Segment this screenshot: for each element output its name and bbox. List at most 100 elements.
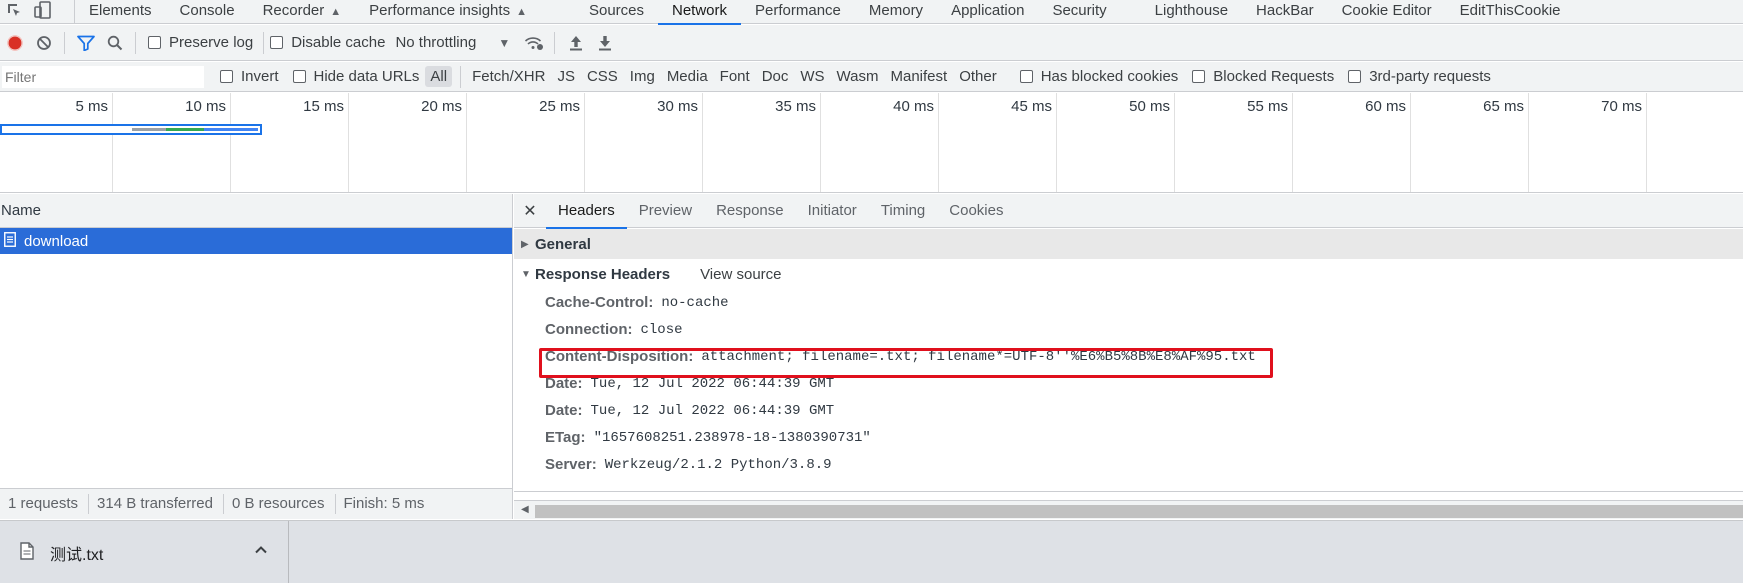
header-row[interactable]: Date: Tue, 12 Jul 2022 06:44:39 GMT bbox=[514, 397, 1743, 424]
details-tab-preview[interactable]: Preview bbox=[627, 194, 704, 228]
downloads-bar: 测试.txt bbox=[0, 520, 1743, 583]
record-button[interactable] bbox=[1, 29, 29, 57]
header-value: Werkzeug/2.1.2 Python/3.8.9 bbox=[604, 456, 832, 473]
filter-input[interactable] bbox=[2, 65, 204, 88]
tab-label: Performance bbox=[755, 1, 841, 19]
timeline-tick-label: 45 ms bbox=[1011, 98, 1052, 115]
resources-size: 0 B resources bbox=[224, 494, 336, 514]
filter-type-font[interactable]: Font bbox=[715, 66, 755, 87]
filter-type-all[interactable]: All bbox=[425, 66, 453, 87]
response-headers-section-header[interactable]: ▼ Response Headers View source bbox=[514, 259, 1743, 289]
header-row[interactable]: Connection: close bbox=[514, 316, 1743, 343]
filter-type-css[interactable]: CSS bbox=[582, 66, 623, 87]
timeline-tick-label: 10 ms bbox=[185, 98, 226, 115]
scrollbar-thumb[interactable] bbox=[535, 505, 1743, 518]
header-value: Tue, 12 Jul 2022 06:44:39 GMT bbox=[590, 375, 835, 392]
header-row[interactable]: Content-Disposition: attachment; filename… bbox=[514, 343, 1743, 370]
tab-editthiscookie[interactable]: EditThisCookie bbox=[1446, 0, 1575, 24]
throttling-select[interactable]: No throttling ▼ bbox=[395, 34, 510, 51]
import-har-icon[interactable] bbox=[562, 29, 590, 57]
tab-performance-insights[interactable]: Performance insights ▲ bbox=[355, 0, 541, 24]
hide-data-urls-box[interactable] bbox=[292, 70, 306, 83]
view-source-link[interactable]: View source bbox=[700, 266, 781, 283]
timeline-tick: 30 ms bbox=[585, 93, 703, 192]
third-party-box[interactable] bbox=[1348, 70, 1362, 83]
details-tab-cookies[interactable]: Cookies bbox=[937, 194, 1015, 228]
filter-type-other[interactable]: Other bbox=[954, 66, 1002, 87]
filter-icon[interactable] bbox=[72, 29, 100, 57]
tab-elements[interactable]: Elements bbox=[75, 0, 166, 24]
request-list-pane: Name download bbox=[0, 194, 513, 519]
tab-recorder[interactable]: Recorder ▲ bbox=[249, 0, 356, 24]
details-tab-timing[interactable]: Timing bbox=[869, 194, 937, 228]
preserve-log-box[interactable] bbox=[148, 36, 161, 49]
headers-divider bbox=[514, 491, 1743, 492]
device-toolbar-icon[interactable] bbox=[34, 1, 52, 22]
chevron-up-icon[interactable] bbox=[254, 543, 268, 560]
header-row[interactable]: ETag: "1657608251.238978-18-1380390731" bbox=[514, 424, 1743, 451]
header-row[interactable]: Date: Tue, 12 Jul 2022 06:44:39 GMT bbox=[514, 370, 1743, 397]
filter-type-js[interactable]: JS bbox=[552, 66, 580, 87]
filter-type-media[interactable]: Media bbox=[662, 66, 713, 87]
tab-label: Cookie Editor bbox=[1341, 1, 1432, 19]
scroll-left-arrow-icon[interactable]: ◀ bbox=[521, 504, 529, 515]
tab-lighthouse[interactable]: Lighthouse bbox=[1141, 0, 1242, 24]
details-tab-initiator[interactable]: Initiator bbox=[796, 194, 869, 228]
horizontal-scrollbar[interactable]: ◀ bbox=[514, 500, 1743, 519]
dropdown-arrow-icon: ▼ bbox=[498, 35, 511, 50]
devtools-tabbar: Elements Console Recorder ▲ Performance insi… bbox=[0, 0, 1743, 25]
tab-application[interactable]: Application bbox=[937, 0, 1038, 24]
blocked-requests-box[interactable] bbox=[1192, 70, 1206, 83]
details-tab-headers[interactable]: Headers bbox=[546, 194, 627, 229]
tab-performance[interactable]: Performance bbox=[741, 0, 855, 24]
header-row[interactable]: Cache-Control: no-cache bbox=[514, 289, 1743, 316]
general-section-header[interactable]: ▶ General bbox=[514, 229, 1743, 259]
invert-checkbox[interactable]: Invert bbox=[220, 68, 279, 85]
timeline-tick-label: 40 ms bbox=[893, 98, 934, 115]
filter-type-wasm[interactable]: Wasm bbox=[832, 66, 884, 87]
disable-cache-box[interactable] bbox=[270, 36, 284, 49]
name-column-header[interactable]: Name bbox=[0, 194, 512, 228]
tab-security[interactable]: Security bbox=[1038, 0, 1120, 24]
details-tab-response[interactable]: Response bbox=[704, 194, 796, 228]
timeline-tick: 70 ms bbox=[1529, 93, 1647, 192]
header-value: attachment; filename=.txt; filename*=UTF… bbox=[701, 348, 1256, 365]
tab-sources[interactable]: Sources bbox=[575, 0, 658, 24]
tab-network[interactable]: Network bbox=[658, 0, 742, 25]
waterfall-waiting-segment bbox=[166, 128, 204, 131]
filter-type-fetch-xhr[interactable]: Fetch/XHR bbox=[467, 66, 550, 87]
tab-console[interactable]: Console bbox=[166, 0, 249, 24]
tab-memory[interactable]: Memory bbox=[855, 0, 937, 24]
has-blocked-cookies-box[interactable] bbox=[1019, 70, 1033, 83]
filter-type-ws[interactable]: WS bbox=[795, 66, 829, 87]
filter-type-img[interactable]: Img bbox=[625, 66, 660, 87]
disable-cache-checkbox[interactable]: Disable cache bbox=[270, 34, 385, 51]
header-row[interactable]: Server: Werkzeug/2.1.2 Python/3.8.9 bbox=[514, 451, 1743, 478]
search-icon[interactable] bbox=[101, 29, 129, 57]
hide-data-urls-checkbox[interactable]: Hide data URLs bbox=[292, 68, 419, 85]
timeline-tick: 45 ms bbox=[939, 93, 1057, 192]
toolbar-divider bbox=[263, 31, 265, 54]
tab-label: Memory bbox=[868, 1, 924, 19]
clear-button[interactable] bbox=[30, 29, 58, 57]
close-icon[interactable]: ✕ bbox=[514, 201, 546, 221]
tab-hackbar[interactable]: HackBar bbox=[1242, 0, 1328, 24]
blocked-requests-checkbox[interactable]: Blocked Requests bbox=[1192, 68, 1334, 85]
third-party-checkbox[interactable]: 3rd-party requests bbox=[1348, 68, 1491, 85]
tab-cookie-editor[interactable]: Cookie Editor bbox=[1328, 0, 1446, 24]
network-conditions-icon[interactable] bbox=[520, 29, 548, 57]
file-icon bbox=[20, 542, 34, 563]
filter-type-doc[interactable]: Doc bbox=[757, 66, 794, 87]
download-item[interactable]: 测试.txt bbox=[0, 521, 289, 583]
invert-box[interactable] bbox=[220, 70, 233, 83]
inspect-element-icon[interactable] bbox=[6, 2, 22, 21]
filter-type-manifest[interactable]: Manifest bbox=[886, 66, 953, 87]
network-overview-timeline[interactable]: 75 70 ms 65 ms 60 ms 55 ms 50 ms 45 ms 40 ms 35 … bbox=[0, 93, 1743, 193]
timeline-tick: 25 ms bbox=[467, 93, 585, 192]
waterfall-download-segment bbox=[204, 128, 258, 131]
preserve-log-checkbox[interactable]: Preserve log bbox=[148, 34, 253, 51]
export-har-icon[interactable] bbox=[591, 29, 619, 57]
tab-label: Security bbox=[1052, 1, 1107, 19]
has-blocked-cookies-checkbox[interactable]: Has blocked cookies bbox=[1019, 68, 1178, 85]
request-row[interactable]: download bbox=[0, 228, 512, 254]
